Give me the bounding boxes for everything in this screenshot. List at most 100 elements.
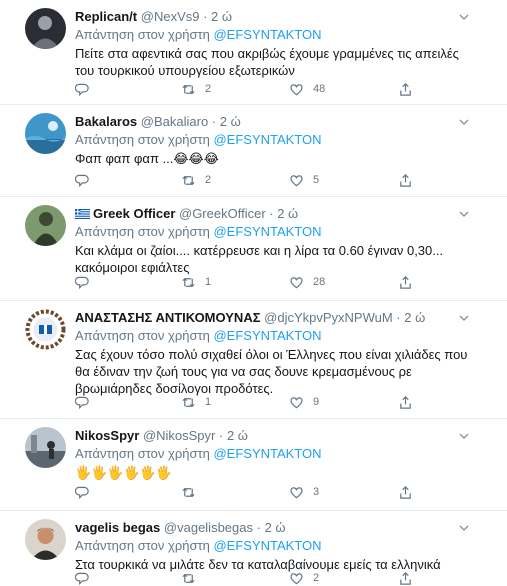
heart-icon	[290, 276, 303, 288]
heart-icon	[290, 396, 303, 408]
timestamp[interactable]: 2 ώ	[265, 520, 286, 535]
like-button[interactable]: 5	[289, 172, 319, 188]
reply-icon	[75, 276, 89, 289]
share-button[interactable]	[398, 570, 413, 586]
tweet[interactable]: Replican/t @NexVs9 · 2 ώ Απάντηση στον χ…	[0, 0, 507, 105]
tweet-text: Πείτε στα αφεντικά σας που ακριβώς έχουμ…	[75, 46, 459, 78]
share-button[interactable]	[398, 394, 413, 410]
display-name[interactable]: Replican/t	[75, 9, 137, 24]
like-button[interactable]: 28	[289, 274, 325, 290]
display-name[interactable]: Bakalaros	[75, 114, 137, 129]
share-button[interactable]	[398, 484, 413, 500]
reply-label: Απάντηση στον χρήστη	[75, 538, 210, 553]
display-name[interactable]: NikosSpyr	[75, 428, 139, 443]
reply-label: Απάντηση στον χρήστη	[75, 446, 210, 461]
greek-flag-icon	[75, 209, 90, 219]
like-button[interactable]: 48	[289, 81, 325, 97]
chevron-down-icon[interactable]	[457, 207, 471, 221]
reply-icon	[75, 396, 89, 409]
share-button[interactable]	[398, 274, 413, 290]
avatar[interactable]	[25, 205, 66, 246]
reply-button[interactable]	[75, 484, 90, 500]
tweet-text: Φαπ φαπ φαπ ...😂😂😂	[75, 151, 219, 166]
retweet-icon	[182, 277, 195, 287]
tweet[interactable]: Greek Officer @GreekOfficer · 2 ώ Απάντη…	[0, 197, 507, 301]
handle[interactable]: @NexVs9	[141, 9, 200, 24]
like-count: 48	[313, 83, 326, 95]
tweet[interactable]: NikosSpyr @NikosSpyr · 2 ώ Απάντηση στον…	[0, 419, 507, 511]
reply-button[interactable]	[75, 394, 90, 410]
retweet-button[interactable]	[181, 570, 205, 586]
mention-link[interactable]: @EFSYNTAKTON	[213, 538, 321, 553]
timestamp[interactable]: 2 ώ	[227, 428, 248, 443]
tweet[interactable]: ΑΝΑΣΤΑΣΗΣ ΑΝΤΙΚΟΜΟΥΝΑΣ @djcYkpvPyxNPWuM …	[0, 301, 507, 419]
retweet-button[interactable]: 1	[181, 274, 211, 290]
retweet-count: 1	[205, 276, 212, 288]
chevron-down-icon[interactable]	[457, 115, 471, 129]
display-name[interactable]: ΑΝΑΣΤΑΣΗΣ ΑΝΤΙΚΟΜΟΥΝΑΣ	[75, 310, 261, 325]
like-button[interactable]: 2	[289, 570, 319, 586]
like-count: 9	[313, 396, 320, 408]
reply-label: Απάντηση στον χρήστη	[75, 27, 210, 42]
tweet[interactable]: Bakalaros @Bakaliaro · 2 ώ Απάντηση στον…	[0, 105, 507, 197]
share-icon	[400, 173, 411, 187]
handle[interactable]: @Bakaliaro	[141, 114, 208, 129]
reply-icon	[75, 486, 89, 499]
retweet-icon	[182, 487, 195, 497]
handle[interactable]: @NikosSpyr	[143, 428, 215, 443]
share-icon	[400, 82, 411, 96]
share-button[interactable]	[398, 172, 413, 188]
avatar[interactable]	[25, 519, 66, 560]
timestamp[interactable]: 2 ώ	[211, 9, 232, 24]
reply-button[interactable]	[75, 274, 90, 290]
tweet-text: 🖐🖐🖐🖐🖐🖐	[75, 465, 173, 480]
reply-button[interactable]	[75, 570, 90, 586]
mention-link[interactable]: @EFSYNTAKTON	[213, 132, 321, 147]
mention-link[interactable]: @EFSYNTAKTON	[213, 224, 321, 239]
retweet-count: 2	[205, 83, 212, 95]
share-icon	[400, 571, 411, 585]
like-button[interactable]: 3	[289, 484, 319, 500]
mention-link[interactable]: @EFSYNTAKTON	[213, 27, 321, 42]
retweet-button[interactable]: 1	[181, 394, 211, 410]
chevron-down-icon[interactable]	[457, 429, 471, 443]
like-count: 2	[313, 572, 320, 584]
display-name[interactable]: Greek Officer	[93, 206, 175, 221]
chevron-down-icon[interactable]	[457, 521, 471, 535]
mention-link[interactable]: @EFSYNTAKTON	[213, 446, 321, 461]
retweet-icon	[182, 573, 195, 583]
retweet-button[interactable]	[181, 484, 205, 500]
mention-link[interactable]: @EFSYNTAKTON	[213, 328, 321, 343]
chevron-down-icon[interactable]	[457, 10, 471, 24]
tweet-text: Σας έχουν τόσο πολύ σιχαθεί όλοι οι Έλλη…	[75, 347, 468, 396]
avatar[interactable]	[25, 427, 66, 468]
heart-icon	[290, 174, 303, 186]
share-icon	[400, 275, 411, 289]
share-icon	[400, 395, 411, 409]
display-name[interactable]: vagelis begas	[75, 520, 160, 535]
handle[interactable]: @vagelisbegas	[164, 520, 253, 535]
tweet-text: Και κλάμα οι ζαίοι.... κατέρρευσε και η …	[75, 243, 444, 275]
reply-icon	[75, 572, 89, 585]
reply-button[interactable]	[75, 81, 90, 97]
avatar[interactable]	[25, 8, 66, 49]
avatar[interactable]	[25, 113, 66, 154]
handle[interactable]: @djcYkpvPyxNPWuM	[264, 310, 393, 325]
like-button[interactable]: 9	[289, 394, 319, 410]
timestamp[interactable]: 2 ώ	[220, 114, 241, 129]
retweet-icon	[182, 397, 195, 407]
handle[interactable]: @GreekOfficer	[179, 206, 266, 221]
heart-icon	[290, 572, 303, 584]
chevron-down-icon[interactable]	[457, 311, 471, 325]
retweet-button[interactable]: 2	[181, 172, 211, 188]
retweet-icon	[182, 175, 195, 185]
timestamp[interactable]: 2 ώ	[277, 206, 298, 221]
reply-label: Απάντηση στον χρήστη	[75, 328, 210, 343]
reply-button[interactable]	[75, 172, 90, 188]
share-button[interactable]	[398, 81, 413, 97]
tweet[interactable]: vagelis begas @vagelisbegas · 2 ώ Απάντη…	[0, 511, 507, 585]
timestamp[interactable]: 2 ώ	[404, 310, 425, 325]
retweet-count: 1	[205, 396, 212, 408]
avatar[interactable]	[25, 309, 66, 350]
retweet-button[interactable]: 2	[181, 81, 211, 97]
